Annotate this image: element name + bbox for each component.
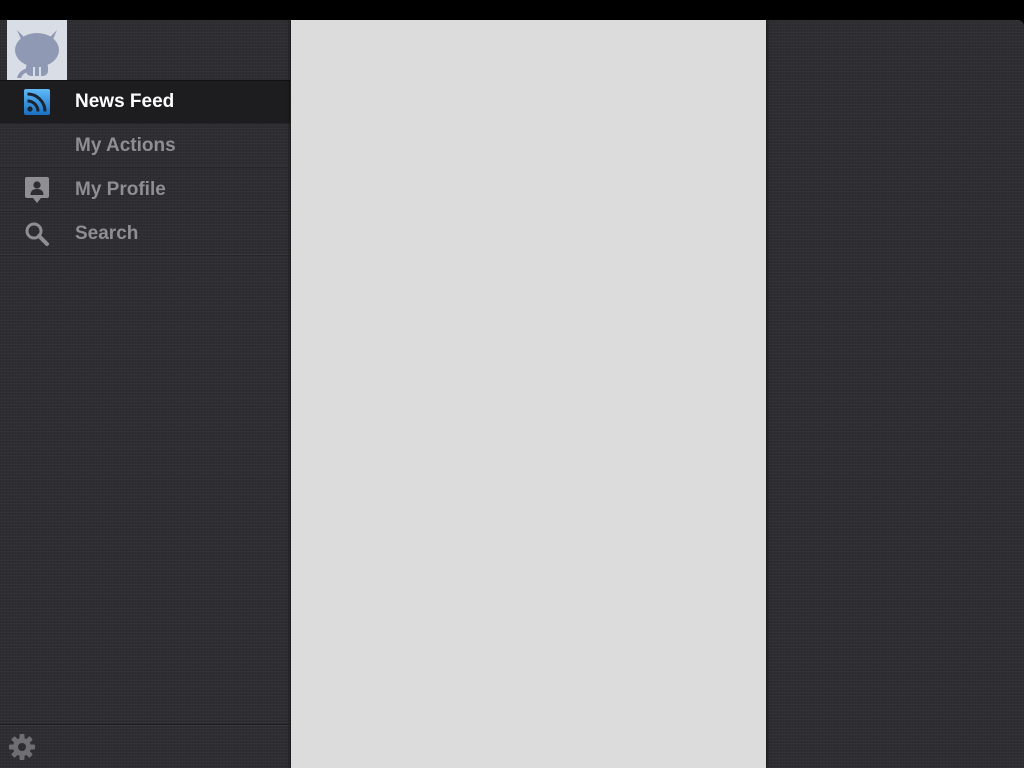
app-window: News Feed My Actions My Profile Search — [0, 20, 1024, 768]
sidebar-footer — [0, 724, 290, 768]
sidebar-item-search[interactable]: Search — [0, 212, 290, 256]
sidebar-item-label: Search — [75, 223, 139, 244]
avatar[interactable] — [7, 20, 67, 80]
gear-icon[interactable] — [8, 733, 36, 761]
sidebar-item-label: My Profile — [75, 179, 166, 200]
status-bar — [0, 0, 1024, 20]
search-icon — [24, 221, 50, 247]
sidebar-item-my-actions[interactable]: My Actions — [0, 124, 290, 168]
profile-icon — [24, 177, 50, 203]
content-panel[interactable] — [291, 20, 766, 768]
octocat-icon — [15, 30, 59, 80]
rss-icon — [24, 89, 50, 115]
sidebar-item-label: News Feed — [75, 91, 175, 112]
sidebar: News Feed My Actions My Profile Search — [0, 20, 290, 768]
sidebar-item-news-feed[interactable]: News Feed — [0, 80, 290, 124]
sidebar-item-my-profile[interactable]: My Profile — [0, 168, 290, 212]
sidebar-item-label: My Actions — [75, 135, 176, 156]
sidebar-nav: News Feed My Actions My Profile Search — [0, 80, 290, 256]
